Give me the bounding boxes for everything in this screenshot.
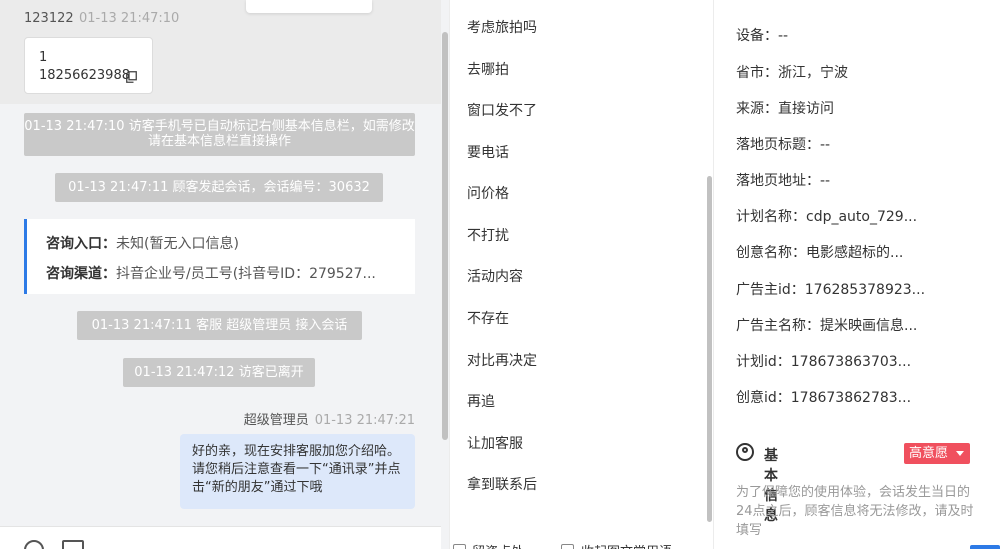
info-advertiser-id: 广告主id：176285378923... (736, 282, 926, 298)
info-plan-id: 计划id：178673863703... (736, 354, 912, 370)
quick-reply-item[interactable]: 要电话 (467, 142, 509, 162)
consult-entry-row: 咨询入口：未知(暂无入口信息) (46, 233, 239, 253)
agent-message-header: 超级管理员 01-13 21:47:21 (244, 409, 415, 428)
agent-time: 01-13 21:47:21 (314, 413, 415, 428)
info-creative-name: 创意名称：电影感超标的... (736, 245, 904, 261)
intent-level-label: 高意愿 (909, 446, 949, 461)
copy-icon[interactable] (126, 71, 137, 83)
visitor-message-line: 1 (39, 50, 48, 65)
quick-reply-item[interactable]: 拿到联系后 (467, 474, 537, 494)
quick-reply-item[interactable]: 窗口发不了 (467, 100, 537, 120)
info-creative-id: 创意id：178673862783... (736, 390, 912, 406)
info-landing-title: 落地页标题：-- (736, 137, 831, 153)
info-plan-name: 计划名称：cdp_auto_729... (736, 209, 918, 225)
agent-name: 超级管理员 (243, 413, 309, 428)
chat-scrollbar[interactable] (442, 32, 448, 440)
consult-entry-value: 未知(暂无入口信息) (116, 236, 239, 252)
quick-reply-item[interactable]: 让加客服 (467, 433, 523, 453)
image-icon[interactable] (62, 540, 84, 549)
basic-info-note: 为了保障您的使用体验，会话发生当日的24点之后，顾客信息将无法修改，请及时填写 (736, 485, 974, 538)
visitor-time: 01-13 21:47:10 (79, 11, 180, 26)
send-button-edge[interactable] (970, 545, 1000, 549)
system-message: 01-13 21:47:10 访客手机号已自动标记右侧基本信息栏，如需修改请在基… (24, 113, 415, 156)
quick-reply-item[interactable]: 问价格 (467, 183, 509, 203)
consult-info-card: 咨询入口：未知(暂无入口信息) 咨询渠道：抖音企业号/员工号(抖音号ID：279… (24, 219, 415, 294)
quick-reply-panel: 考虑旅拍吗 去哪拍 窗口发不了 要电话 问价格 不打扰 活动内容 不存在 对比再… (449, 0, 713, 549)
quick-reply-item[interactable]: 活动内容 (467, 266, 523, 286)
quick-reply-item[interactable]: 考虑旅拍吗 (467, 17, 537, 37)
consult-channel-row: 咨询渠道：抖音企业号/员工号(抖音号ID：279527... (46, 263, 376, 283)
leads-checkbox[interactable] (453, 544, 466, 549)
info-device: 设备：-- (736, 28, 789, 44)
consult-channel-label: 咨询渠道： (46, 266, 116, 282)
chat-panel: 123122 01-13 21:47:10 1 18256623988 01-1… (0, 0, 449, 549)
caret-down-icon (956, 451, 964, 456)
quick-reply-scrollbar[interactable] (707, 176, 712, 522)
intent-level-dropdown[interactable]: 高意愿 (904, 443, 970, 464)
system-message: 01-13 21:47:11 客服 超级管理员 接入会话 (77, 311, 362, 340)
leads-checkbox-label: 留资点处 (472, 541, 524, 549)
user-circle-icon (736, 443, 754, 461)
visitor-message-bubble: 1 18256623988 (24, 37, 153, 94)
collapse-checkbox[interactable] (561, 544, 574, 549)
info-landing-url: 落地页地址：-- (736, 173, 831, 189)
visitor-name: 123122 (24, 11, 74, 26)
consult-entry-label: 咨询入口： (46, 236, 116, 252)
system-message: 01-13 21:47:12 访客已离开 (123, 358, 315, 387)
agent-message-bubble: 好的亲，现在安排客服加您介绍哈。请您稍后注意查看一下“通讯录”并点击“新的朋友”… (180, 434, 415, 509)
quick-reply-item[interactable]: 不存在 (467, 308, 509, 328)
info-region: 省市：浙江，宁波 (736, 65, 848, 81)
consult-channel-value: 抖音企业号/员工号(抖音号ID：279527... (116, 266, 376, 282)
quick-reply-item[interactable]: 不打扰 (467, 225, 509, 245)
system-message: 01-13 21:47:11 顾客发起会话，会话编号：30632 (55, 173, 383, 202)
quick-reply-item[interactable]: 对比再决定 (467, 350, 537, 370)
visitor-phone-number: 18256623988 (39, 68, 130, 83)
info-advertiser-name: 广告主名称：提米映画信息... (736, 318, 918, 334)
info-source: 来源：直接访问 (736, 101, 834, 117)
collapse-checkbox-label: 收起图文常用语 (581, 541, 672, 549)
popup-remnant (246, 0, 372, 13)
visitor-message-area: 123122 01-13 21:47:10 1 18256623988 (0, 0, 441, 104)
quick-reply-item[interactable]: 去哪拍 (467, 59, 509, 79)
visitor-info-panel: 设备：-- 省市：浙江，宁波 来源：直接访问 落地页标题：-- 落地页地址：--… (713, 0, 1000, 549)
quick-reply-item[interactable]: 再追 (467, 391, 495, 411)
